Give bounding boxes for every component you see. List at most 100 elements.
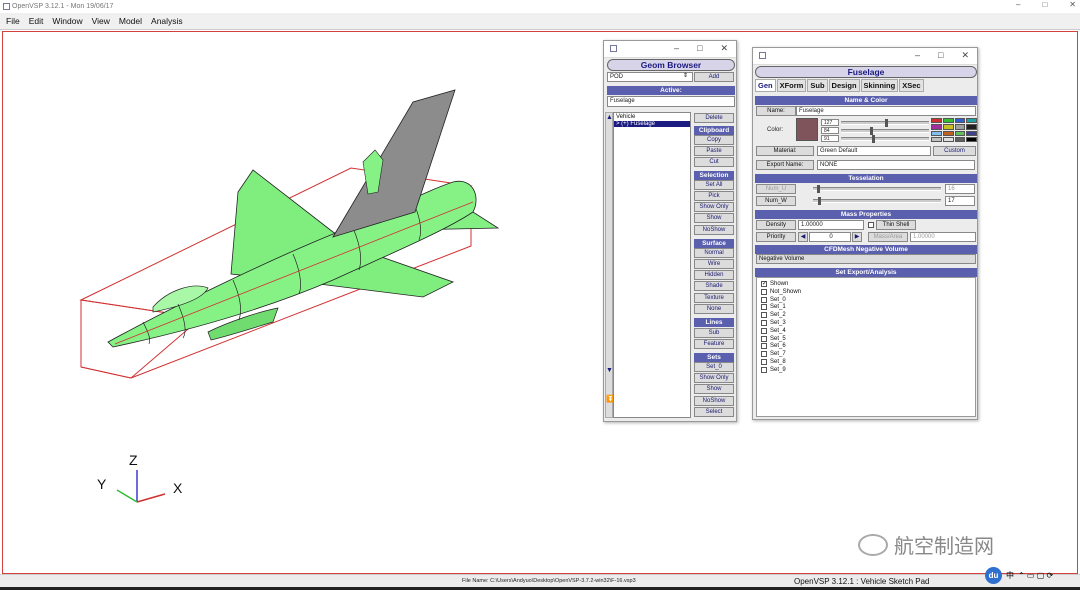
- material-select[interactable]: Green Default: [817, 146, 931, 156]
- scroll-up-icon[interactable]: ▲: [606, 114, 613, 121]
- delete-button[interactable]: Delete: [694, 113, 734, 123]
- palette-swatch[interactable]: [954, 136, 966, 142]
- close-icon[interactable]: ✕: [720, 43, 728, 54]
- show-only-button[interactable]: Show Only: [694, 202, 734, 212]
- mass-area-field[interactable]: 1.00000: [910, 232, 976, 242]
- set-checkbox[interactable]: [761, 312, 767, 319]
- shade-button[interactable]: Shade: [694, 281, 734, 291]
- tray-arrows-icon[interactable]: ⌃ ▭ ▢ ⟳: [1018, 571, 1053, 580]
- tree-item-fuselage[interactable]: > (+) Fuselage: [614, 121, 690, 127]
- palette-swatch[interactable]: [954, 118, 966, 124]
- minimize-icon[interactable]: –: [674, 43, 679, 54]
- color-b-field[interactable]: 91: [821, 135, 839, 142]
- palette-swatch[interactable]: [942, 130, 954, 136]
- color-r-field[interactable]: 127: [821, 119, 839, 126]
- palette-swatch[interactable]: [942, 136, 954, 142]
- sub-toggle[interactable]: Sub: [694, 328, 734, 338]
- scroll-down-icon[interactable]: ▼: [606, 367, 613, 374]
- num-u-field[interactable]: 16: [945, 184, 975, 194]
- sets-noshow-button[interactable]: NoShow: [694, 396, 734, 406]
- du-icon[interactable]: du: [985, 567, 1002, 584]
- ime-indicator[interactable]: 中: [1006, 570, 1014, 581]
- palette-swatch[interactable]: [966, 118, 977, 124]
- texture-button[interactable]: Texture: [694, 293, 734, 303]
- color-b-slider[interactable]: [841, 135, 929, 143]
- set-row[interactable]: Set_5: [761, 335, 786, 342]
- minimize-icon[interactable]: –: [915, 50, 920, 61]
- set-row[interactable]: Set_0: [761, 296, 786, 303]
- minimize-icon[interactable]: –: [1016, 0, 1020, 9]
- set-row[interactable]: Set_2: [761, 312, 786, 319]
- set-select[interactable]: Set_0: [694, 362, 734, 372]
- tab-sub[interactable]: Sub: [807, 79, 828, 92]
- show-button[interactable]: Show: [694, 213, 734, 223]
- set-row[interactable]: Set_3: [761, 320, 786, 326]
- set-checkbox[interactable]: [761, 366, 767, 373]
- export-name-select[interactable]: NONE: [817, 160, 975, 170]
- set-row[interactable]: Set_9: [761, 366, 786, 373]
- name-field[interactable]: Fuselage: [796, 106, 976, 116]
- noshow-button[interactable]: NoShow: [694, 225, 734, 235]
- set-all-button[interactable]: Set All: [694, 180, 734, 190]
- sets-show-button[interactable]: Show: [694, 384, 734, 394]
- normal-select[interactable]: Normal: [694, 248, 734, 258]
- copy-button[interactable]: Copy: [694, 135, 734, 145]
- palette-swatch[interactable]: [966, 124, 977, 130]
- palette-swatch[interactable]: [966, 136, 977, 142]
- set-checkbox[interactable]: [761, 304, 767, 311]
- palette-swatch[interactable]: [966, 130, 977, 136]
- palette-swatch[interactable]: [954, 130, 966, 136]
- menu-view[interactable]: View: [92, 16, 110, 26]
- palette-swatch[interactable]: [931, 118, 942, 124]
- color-g-slider[interactable]: [841, 127, 929, 135]
- color-palette[interactable]: [931, 118, 977, 142]
- maximize-icon[interactable]: □: [1042, 0, 1047, 9]
- menu-analysis[interactable]: Analysis: [151, 16, 183, 26]
- palette-swatch[interactable]: [942, 118, 954, 124]
- close-icon[interactable]: ✕: [1069, 0, 1076, 9]
- density-field[interactable]: 1.00000: [798, 220, 864, 230]
- set-row[interactable]: Set_8: [761, 359, 786, 365]
- num-w-field[interactable]: 17: [945, 196, 975, 206]
- color-r-slider[interactable]: [841, 119, 929, 127]
- tab-skinning[interactable]: Skinning: [860, 79, 899, 92]
- menu-model[interactable]: Model: [119, 16, 142, 26]
- cut-button[interactable]: Cut: [694, 157, 734, 167]
- sets-show-only-button[interactable]: Show Only: [694, 373, 734, 383]
- priority-increment[interactable]: ▶: [852, 232, 862, 242]
- maximize-icon[interactable]: □: [697, 43, 702, 54]
- set-row[interactable]: ✓ Shown: [761, 281, 788, 287]
- num-u-slider[interactable]: [813, 185, 941, 193]
- set-checkbox[interactable]: [761, 327, 767, 334]
- tree-item-vehicle[interactable]: Vehicle: [614, 113, 690, 121]
- set-checkbox[interactable]: [761, 320, 767, 326]
- pick-button[interactable]: Pick: [694, 191, 734, 201]
- negative-volume-toggle[interactable]: Negative Volume: [756, 254, 976, 264]
- priority-field[interactable]: 0: [809, 232, 851, 242]
- menu-file[interactable]: File: [6, 16, 20, 26]
- geom-type-select[interactable]: POD: [607, 72, 693, 82]
- set-row[interactable]: Set_4: [761, 327, 786, 334]
- set-checkbox[interactable]: [761, 335, 767, 342]
- set-checkbox[interactable]: [761, 359, 767, 365]
- set-row[interactable]: Set_6: [761, 343, 786, 350]
- active-geom-field[interactable]: Fuselage: [607, 96, 735, 107]
- set-checkbox[interactable]: ✓: [761, 281, 767, 287]
- tab-xsec[interactable]: XSec: [899, 79, 924, 92]
- custom-button[interactable]: Custom: [933, 146, 976, 156]
- paste-button[interactable]: Paste: [694, 146, 734, 156]
- thin-shell-checkbox[interactable]: [868, 222, 874, 228]
- wire-button[interactable]: Wire: [694, 259, 734, 269]
- sets-select-button[interactable]: Select: [694, 407, 734, 417]
- palette-swatch[interactable]: [942, 124, 954, 130]
- feature-toggle[interactable]: Feature: [694, 339, 734, 349]
- palette-swatch[interactable]: [931, 136, 942, 142]
- tab-xform[interactable]: XForm: [776, 79, 807, 92]
- tab-gen[interactable]: Gen: [755, 79, 776, 92]
- set-checkbox[interactable]: [761, 296, 767, 303]
- menu-edit[interactable]: Edit: [29, 16, 44, 26]
- none-button[interactable]: None: [694, 304, 734, 314]
- hidden-button[interactable]: Hidden: [694, 270, 734, 280]
- tree-scrollbar[interactable]: ▲ ▼ ⏬: [605, 112, 615, 418]
- color-g-field[interactable]: 84: [821, 127, 839, 134]
